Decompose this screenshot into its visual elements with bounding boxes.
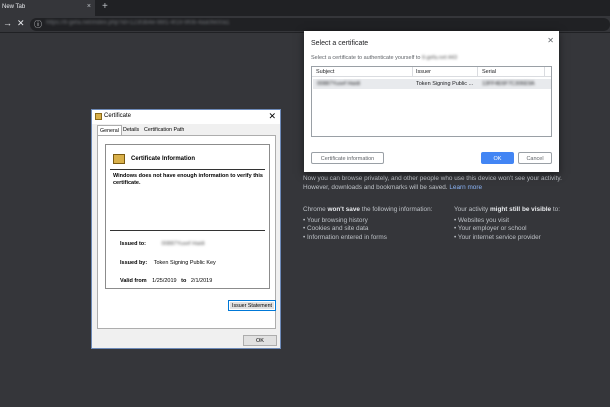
certificate-dialog: Certificate ✕ General Details Certificat…	[91, 109, 281, 349]
issuer-statement-button[interactable]: Issuer Statement	[228, 300, 276, 311]
incognito-intro: Now you can browse privately, and other …	[303, 175, 573, 192]
dialog-title: Select a certificate	[311, 40, 369, 47]
column-separator	[544, 67, 545, 77]
address-bar[interactable]: ⓘ https://tl-gefa.net/index.php?id=123f3…	[30, 18, 610, 31]
issued-to-row: Issued to: 00887Yusef Haidi	[120, 241, 205, 247]
certificate-info-title: Certificate Information	[131, 156, 196, 162]
list-item: Cookies and site data	[303, 225, 453, 234]
certificate-warning-text: Windows does not have enough information…	[113, 173, 263, 186]
column-serial[interactable]: Serial	[482, 69, 496, 75]
certificate-information-button[interactable]: Certificate information	[311, 152, 384, 164]
select-certificate-dialog: Select a certificate ✕ Select a certific…	[304, 31, 559, 172]
issuer-cell: Token Signing Public ...	[416, 81, 474, 87]
issued-by-row: Issued by: Token Signing Public Key	[120, 260, 216, 266]
tab-title: New Tab	[2, 4, 26, 10]
close-icon[interactable]: ✕	[547, 36, 554, 45]
certificate-table: Subject Issuer Serial 00887Yusef Haidi T…	[311, 66, 552, 137]
list-item: Your internet service provider	[454, 234, 604, 243]
tab-certification-path[interactable]: Certification Path	[142, 125, 186, 135]
certificate-titlebar: Certificate ✕	[92, 110, 280, 124]
divider	[110, 169, 265, 170]
learn-more-link[interactable]: Learn more	[449, 184, 482, 191]
certificate-icon	[95, 113, 102, 120]
url-text: https://tl-gefa.net/index.php?id=123f3b4…	[46, 20, 230, 26]
new-tab-button[interactable]: +	[102, 1, 108, 12]
tab-new-tab[interactable]: New Tab ×	[0, 0, 95, 16]
list-item: Your browsing history	[303, 217, 453, 226]
wont-save-heading: Chrome won't save the following informat…	[303, 206, 433, 213]
certificate-dialog-title: Certificate	[104, 113, 132, 119]
divider	[110, 230, 265, 231]
certificate-warning-icon	[113, 154, 125, 164]
general-panel: Certificate Information Windows does not…	[97, 135, 276, 329]
serial-cell: 13FF4E6F7C306E9A	[482, 81, 535, 87]
valid-from-value: 1/25/2019	[152, 278, 177, 284]
tab-close-icon[interactable]: ×	[87, 3, 91, 10]
visible-heading: Your activity might still be visible to:	[454, 206, 560, 213]
stop-icon[interactable]: ✕	[17, 18, 25, 29]
column-subject[interactable]: Subject	[316, 69, 334, 75]
dialog-subtitle: Select a certificate to authenticate you…	[311, 55, 458, 61]
table-row[interactable]: 00887Yusef Haidi Token Signing Public ..…	[313, 79, 551, 89]
forward-arrow-icon[interactable]: →	[3, 18, 12, 28]
certificate-info-box: Certificate Information Windows does not…	[105, 144, 270, 289]
list-item: Information entered in forms	[303, 234, 453, 243]
subject-cell: 00887Yusef Haidi	[317, 81, 361, 87]
visible-list: Websites you visit Your employer or scho…	[454, 217, 604, 243]
close-icon[interactable]: ✕	[268, 111, 276, 122]
cancel-button[interactable]: Cancel	[518, 152, 552, 164]
ok-button[interactable]: OK	[481, 152, 514, 164]
visible-section: Your activity might still be visible to:…	[454, 206, 604, 242]
column-issuer[interactable]: Issuer	[416, 69, 431, 75]
list-item: Websites you visit	[454, 217, 604, 226]
wont-save-list: Your browsing history Cookies and site d…	[303, 217, 453, 243]
host-value: tl-gefa.net:443	[421, 55, 458, 61]
wont-save-section: Chrome won't save the following informat…	[303, 206, 453, 242]
column-separator	[477, 67, 478, 77]
site-info-icon[interactable]: ⓘ	[34, 19, 42, 30]
table-header: Subject Issuer Serial	[312, 67, 551, 77]
list-item: Your employer or school	[454, 225, 604, 234]
issued-by-value: Token Signing Public Key	[153, 260, 216, 266]
column-separator	[412, 67, 413, 77]
tab-details[interactable]: Details	[121, 125, 141, 135]
tab-strip: New Tab × +	[0, 0, 610, 16]
issued-to-value: 00887Yusef Haidi	[161, 241, 205, 247]
validity-row: Valid from 1/25/2019 to 2/1/2019	[120, 278, 213, 284]
ok-button[interactable]: OK	[243, 335, 277, 346]
incognito-intro-text: Now you can browse privately, and other …	[303, 175, 562, 191]
valid-to-value: 2/1/2019	[190, 278, 213, 284]
